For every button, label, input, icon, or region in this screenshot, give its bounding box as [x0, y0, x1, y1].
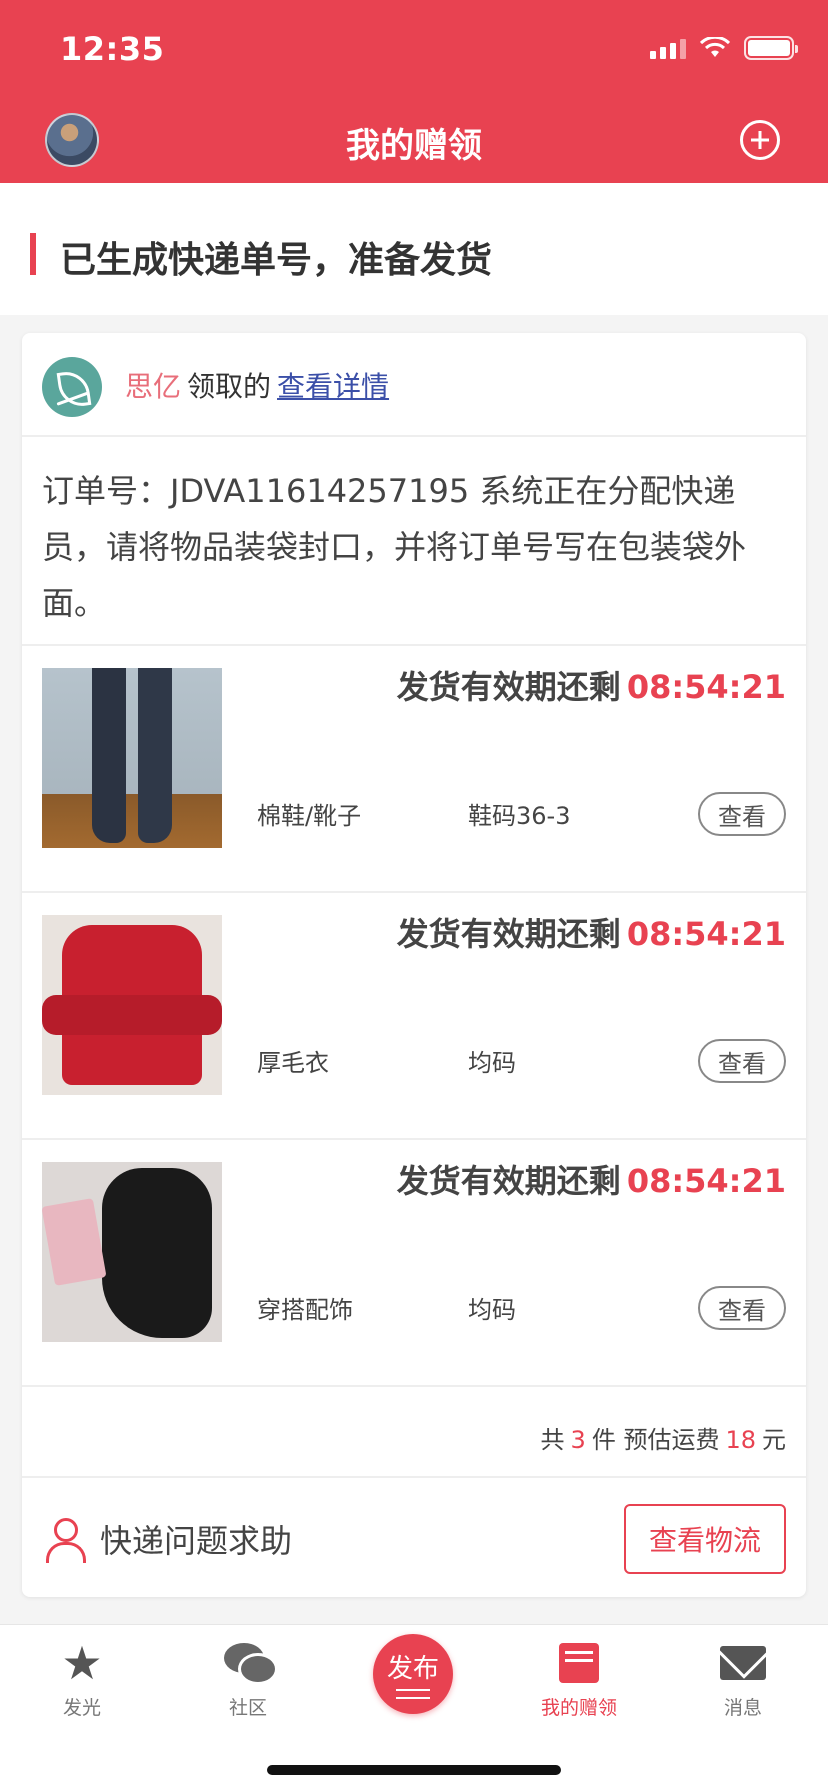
tab-messages[interactable]: 消息: [683, 1639, 803, 1720]
book-icon: [559, 1643, 599, 1683]
delivery-help-link[interactable]: 快递问题求助: [100, 1516, 292, 1562]
view-button[interactable]: 查看: [698, 1039, 786, 1083]
star-icon: ★: [61, 1636, 103, 1690]
page-title: 我的赠领: [346, 126, 482, 166]
view-button[interactable]: 查看: [698, 792, 786, 836]
tab-glow[interactable]: ★ 发光: [22, 1639, 142, 1720]
countdown-label: 发货有效期还剩: [396, 1162, 621, 1200]
item-name: 穿搭配饰: [257, 1296, 353, 1324]
app-header: 12:35 我的赠领: [0, 0, 828, 183]
publish-lines-icon: [396, 1689, 430, 1699]
tab-my-gifts[interactable]: 我的赠领: [519, 1639, 639, 1720]
mail-icon: [720, 1646, 766, 1680]
item-row: 发货有效期还剩 08:54:21 厚毛衣 均码 查看: [22, 893, 806, 1140]
countdown-time: 08:54:21: [626, 1162, 786, 1200]
item-size: 均码: [468, 1049, 516, 1077]
order-summary: 共3件 预估运费 18 元: [22, 1396, 806, 1478]
shipping-fee: 18: [725, 1426, 756, 1454]
home-indicator: [267, 1765, 561, 1775]
summary-suffix: 元: [762, 1426, 786, 1454]
item-name: 棉鞋/靴子: [257, 802, 362, 830]
tab-label: 我的赠领: [540, 1697, 617, 1719]
countdown-label: 发货有效期还剩: [396, 668, 621, 706]
status-icons: [650, 36, 798, 60]
battery-icon: [744, 36, 798, 60]
tab-label: 发光: [62, 1697, 101, 1719]
publish-label: 发布: [386, 1654, 439, 1684]
claimer-row: 思亿 领取的 查看详情: [22, 333, 806, 437]
chat-icon: [224, 1643, 278, 1685]
summary-prefix: 共: [540, 1426, 565, 1454]
claimer-label: 领取的: [187, 370, 272, 403]
help-row: 快递问题求助 查看物流: [22, 1478, 806, 1597]
item-image-accessories[interactable]: [42, 1162, 222, 1342]
countdown: 发货有效期还剩 08:54:21: [397, 1156, 786, 1202]
tab-label: 社区: [228, 1697, 267, 1719]
item-size: 均码: [468, 1296, 516, 1324]
view-details-link[interactable]: 查看详情: [277, 370, 389, 403]
claimer-name[interactable]: 思亿: [125, 370, 181, 403]
item-size: 鞋码36-3: [468, 802, 571, 830]
view-button[interactable]: 查看: [698, 1286, 786, 1330]
countdown: 发货有效期还剩 08:54:21: [397, 909, 786, 955]
status-section: 已生成快递单号，准备发货: [0, 183, 828, 315]
countdown-time: 08:54:21: [626, 915, 786, 953]
order-card: 思亿 领取的 查看详情 订单号：JDVA11614257195 系统正在分配快递员，…: [22, 333, 806, 1597]
item-count: 3: [570, 1426, 586, 1454]
summary-text: 共3件 预估运费 18 元: [541, 1420, 786, 1455]
countdown: 发货有效期还剩 08:54:21: [397, 662, 786, 708]
item-image-sweater[interactable]: [42, 915, 222, 1095]
tab-community[interactable]: 社区: [188, 1639, 308, 1720]
claimer-text: 思亿 领取的 查看详情: [125, 365, 389, 405]
signal-icon: [650, 37, 686, 59]
order-info: 订单号：JDVA11614257195 系统正在分配快递员，请将物品装袋封口，并…: [42, 472, 747, 622]
view-logistics-button[interactable]: 查看物流: [624, 1504, 786, 1574]
publish-button[interactable]: 发布: [373, 1634, 453, 1714]
summary-mid: 件 预估运费: [591, 1426, 720, 1454]
person-icon: [44, 1518, 86, 1563]
leaf-logo-icon: [42, 357, 102, 417]
section-accent: [30, 233, 36, 275]
status-time: 12:35: [60, 30, 165, 68]
add-icon[interactable]: [740, 120, 780, 160]
countdown-label: 发货有效期还剩: [396, 915, 621, 953]
item-row: 发货有效期还剩 08:54:21 穿搭配饰 均码 查看: [22, 1140, 806, 1387]
item-name: 厚毛衣: [257, 1049, 329, 1077]
item-image-boots[interactable]: [42, 668, 222, 848]
item-row: 发货有效期还剩 08:54:21 棉鞋/靴子 鞋码36-3 查看: [22, 646, 806, 893]
wifi-icon: [700, 37, 730, 57]
section-title: 已生成快递单号，准备发货: [60, 240, 493, 281]
tab-label: 消息: [723, 1697, 762, 1719]
countdown-time: 08:54:21: [626, 668, 786, 706]
